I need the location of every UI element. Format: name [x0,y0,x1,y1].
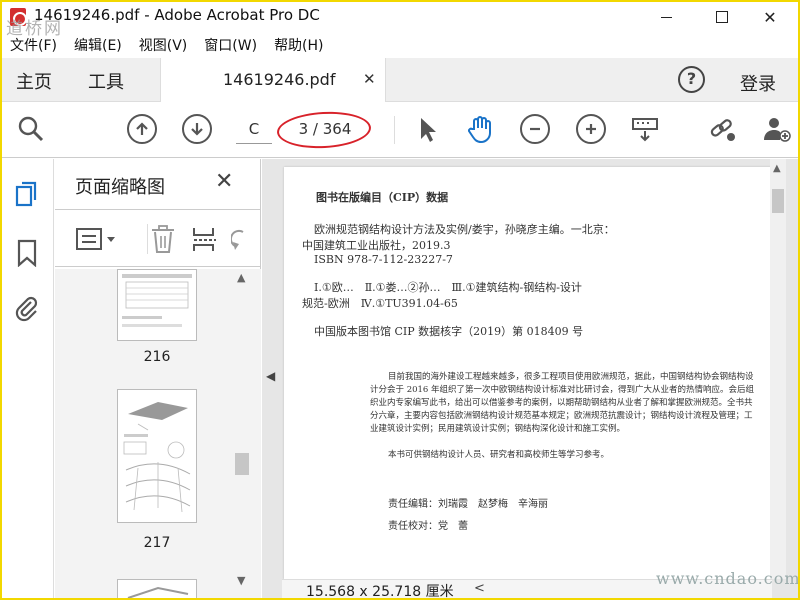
thumbnails-toolbar [55,209,261,267]
acrobat-window: 14619246.pdf - Adobe Acrobat Pro DC 道桥网 … [0,0,800,600]
thumbnail-label: 216 [143,349,171,365]
trash-icon[interactable] [149,224,177,258]
window-title: 14619246.pdf - Adobe Acrobat Pro DC [34,6,320,24]
scroll-thumb[interactable] [772,189,784,213]
tab-row: 主页 工具 14619246.pdf ✕ ? 登录 [2,58,798,102]
thumbnail-page[interactable] [117,389,197,523]
thumbnails-panel: 页面缩略图 ✕ 216 217 ▲ ▼ [55,159,261,598]
minimize-button[interactable] [638,2,694,32]
page-thumbnails-icon[interactable] [14,181,40,215]
rotate-icon[interactable] [229,226,245,256]
thumbnails-title: 页面缩略图 [75,177,165,198]
menu-edit[interactable]: 编辑(E) [66,33,131,57]
document-view: ◀ 图书在版编目（CIP）数据 欧洲规范钢结构设计方法及实例/娄宇，孙晓彦主编。… [262,159,800,600]
close-icon: ✕ [763,7,777,27]
zoom-in-icon[interactable] [576,114,606,144]
cip-line: ISBN 978-7-112-23227-7 [314,253,453,266]
minimize-icon [660,16,672,18]
page-up-icon[interactable] [127,114,157,144]
keyboard-icon[interactable] [630,114,660,144]
add-user-icon[interactable] [762,114,792,144]
login-button[interactable]: 登录 [740,70,776,96]
toolbar-divider [394,116,395,144]
page-number-input[interactable]: C [236,114,272,144]
menu-bar: 文件(F) 编辑(E) 视图(V) 窗口(W) 帮助(H) [2,33,798,57]
tab-document[interactable]: 14619246.pdf ✕ [160,58,386,102]
menu-window[interactable]: 窗口(W) [196,33,266,57]
cip-line: Ⅰ.①欧… Ⅱ.①娄…②孙… Ⅲ.①建筑结构-钢结构-设计 [314,281,582,294]
menu-file[interactable]: 文件(F) [2,33,66,57]
thumbnails-list: 216 217 ▲ ▼ [55,269,261,598]
pdf-page: 图书在版编目（CIP）数据 欧洲规范钢结构设计方法及实例/娄宇，孙晓彦主编。一北… [284,167,772,579]
title-bar: 14619246.pdf - Adobe Acrobat Pro DC 道桥网 … [2,2,798,39]
page-down-icon[interactable] [182,114,212,144]
insert-pages-icon[interactable] [191,224,219,258]
watermark-bottom: www.cndao.com [656,569,800,588]
cip-line: 中国建筑工业出版社，2019.3 [302,239,451,252]
document-scrollbar[interactable]: ▲ [770,159,786,579]
collapse-panel-icon[interactable]: ◀ [266,369,275,383]
share-link-icon[interactable] [707,114,737,144]
cip-line: 规范-欧洲 Ⅳ.①TU391.04-65 [302,297,458,310]
thumbnail-page[interactable] [117,269,197,341]
thumbnail-page[interactable] [117,579,197,598]
page-dimensions: 15.568 x 25.718 厘米 [306,584,454,600]
scroll-down-icon[interactable]: ▼ [237,574,245,587]
editors-line: 责任编辑：刘瑞霞 赵梦梅 辛海丽 [388,499,548,510]
document-tab-label: 14619246.pdf [223,70,336,89]
zoom-out-icon[interactable] [520,114,550,144]
cip-line: 中国版本图书馆 CIP 数据核字（2019）第 018409 号 [314,325,584,338]
scroll-up-icon[interactable]: ▲ [237,271,245,284]
select-arrow-icon[interactable] [412,114,442,144]
attachment-icon[interactable] [14,293,40,327]
audience-paragraph: 本书可供钢结构设计人员、研究者和高校师生等学习参考。 [388,450,610,460]
thumbnail-label: 217 [143,535,171,551]
hand-tool-icon[interactable] [465,114,495,144]
tab-tools[interactable]: 工具 [88,68,124,94]
summary-paragraph: 目前我国的海外建设工程越来越多，很多工程项目使用欧洲规范，据此，中国钢结构协会钢… [370,372,755,434]
menu-view[interactable]: 视图(V) [131,33,197,57]
bookmark-icon[interactable] [16,239,38,271]
cip-heading: 图书在版编目（CIP）数据 [316,191,449,204]
thumb-toolbar-divider [147,224,148,254]
scroll-left-icon[interactable]: < [474,581,485,596]
proofreader-line: 责任校对：党 蕾 [388,521,468,532]
close-tab-icon[interactable]: ✕ [363,70,376,88]
search-icon[interactable] [16,114,46,144]
tab-home[interactable]: 主页 [16,68,52,94]
thumbnail-options-icon[interactable] [75,227,119,255]
scroll-up-icon[interactable]: ▲ [773,163,781,174]
left-rail [2,159,54,598]
maximize-icon [716,11,728,23]
toolbar: C 3 / 364 [2,102,798,158]
close-window-button[interactable]: ✕ [742,2,798,32]
scroll-thumb[interactable] [235,453,249,475]
cip-line: 欧洲规范钢结构设计方法及实例/娄宇，孙晓彦主编。一北京： [314,223,615,236]
menu-help[interactable]: 帮助(H) [266,33,332,57]
thumbnails-scrollbar[interactable]: ▲ ▼ [235,269,249,598]
help-button[interactable]: ? [678,66,705,93]
close-panel-icon[interactable]: ✕ [215,169,233,194]
